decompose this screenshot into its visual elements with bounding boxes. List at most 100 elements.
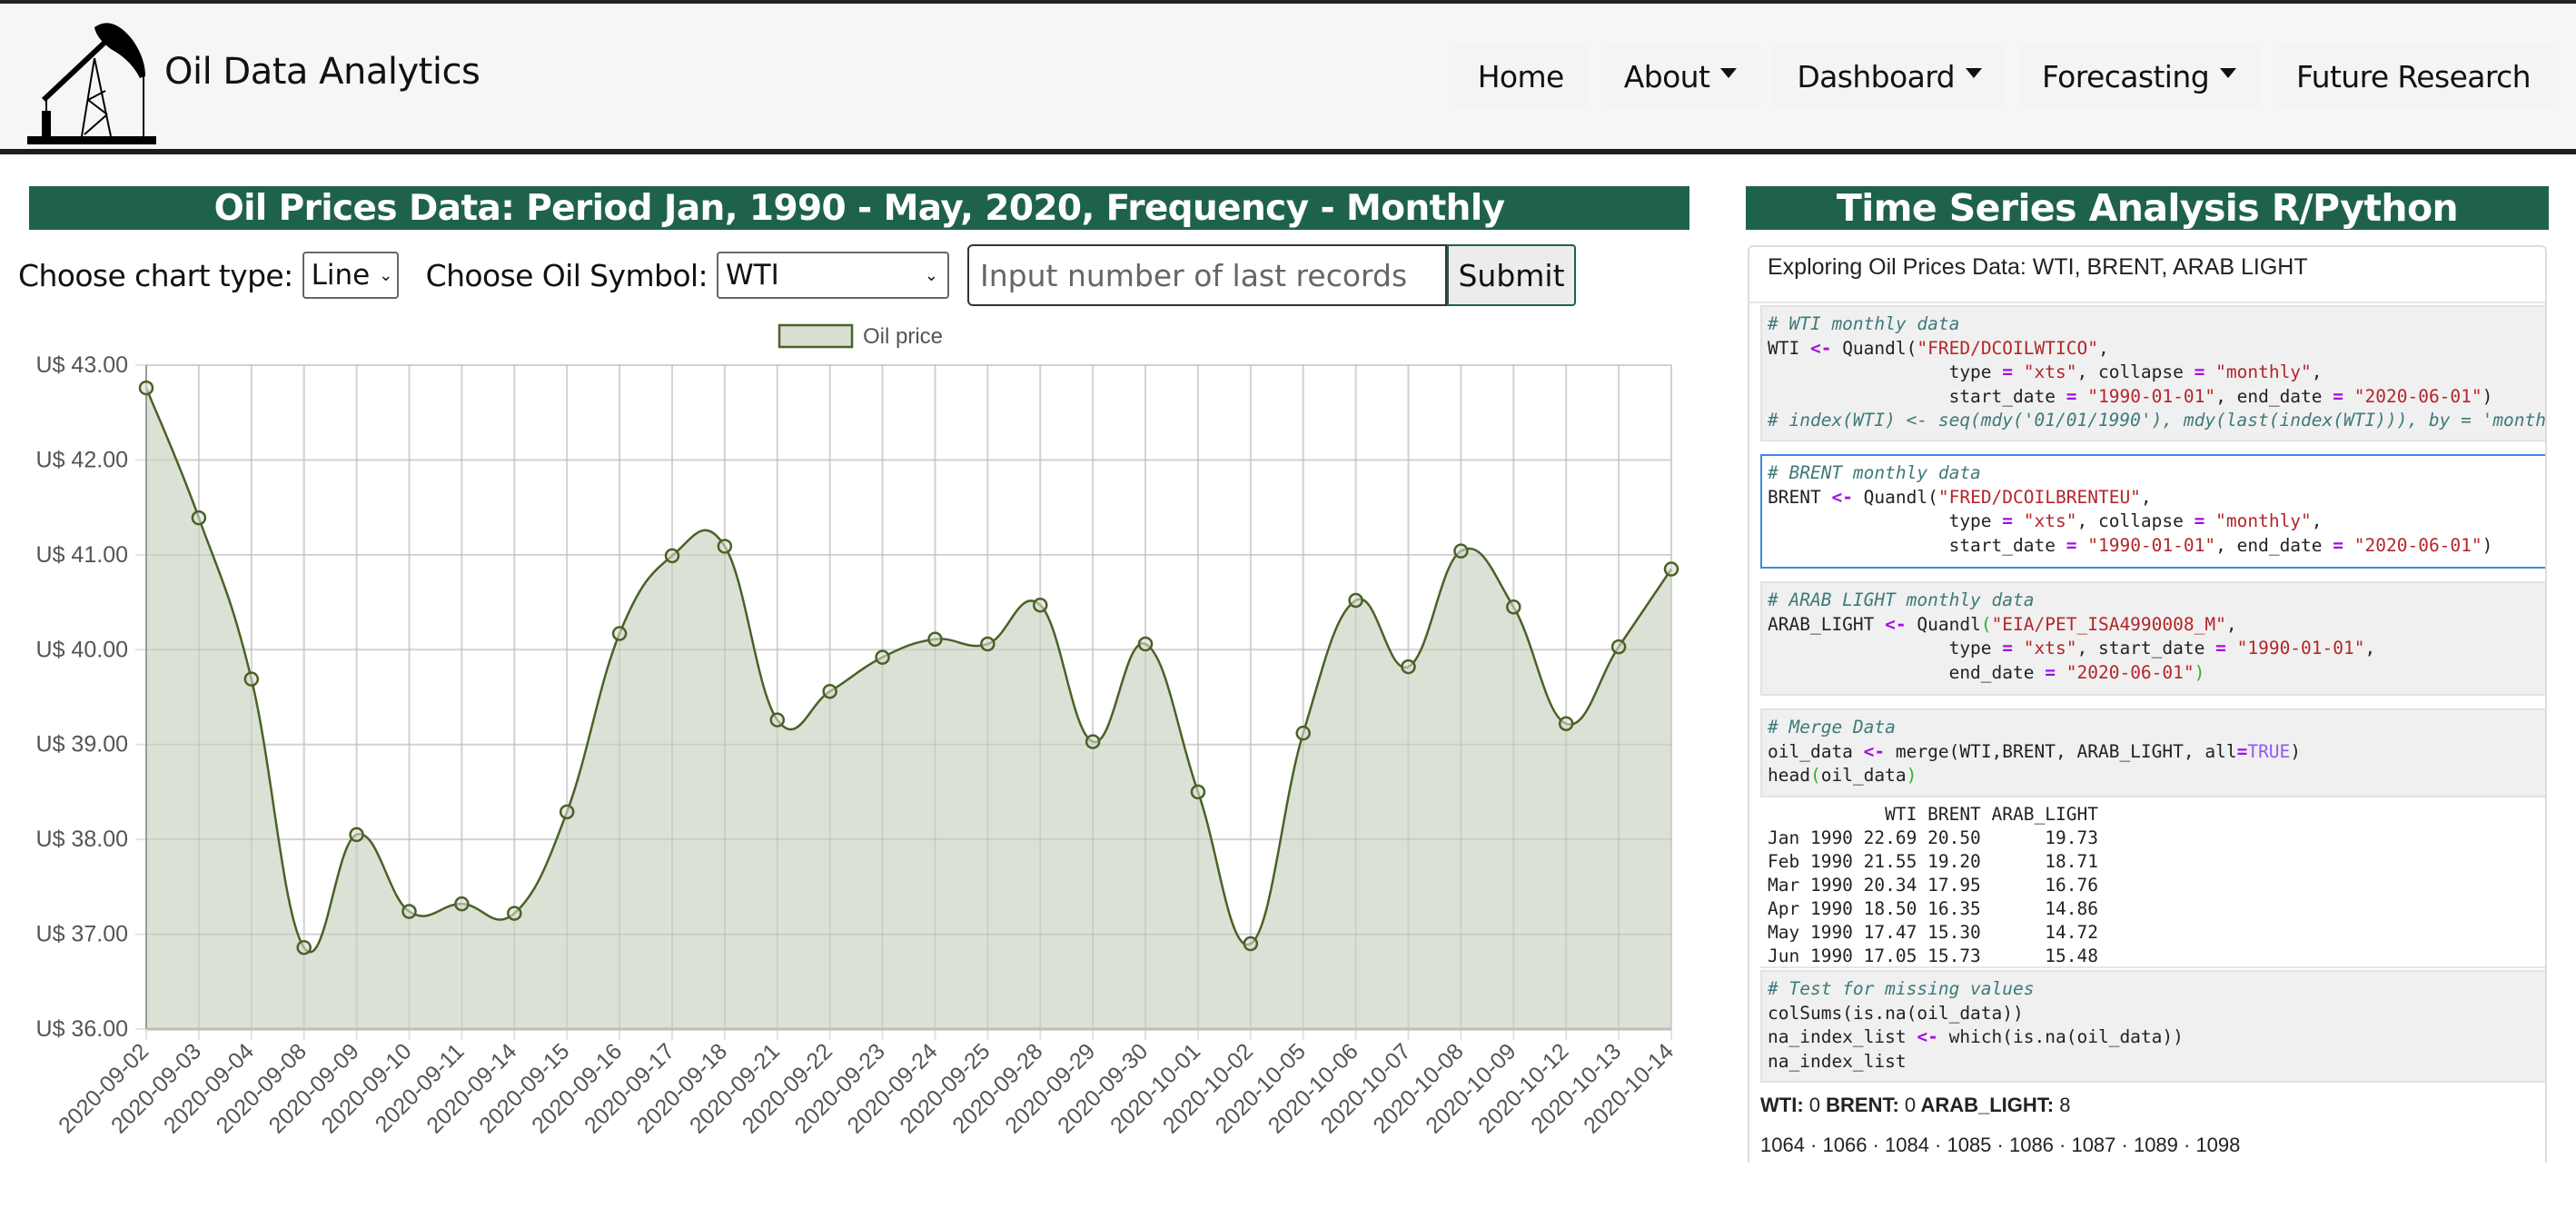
code-line: # WTI monthly data xyxy=(1768,313,1960,334)
brand-logo-link[interactable] xyxy=(24,13,160,149)
x-axis-ticks: 2020-09-022020-09-032020-09-042020-09-08… xyxy=(54,1038,1679,1138)
data-point[interactable] xyxy=(875,649,890,665)
data-point[interactable] xyxy=(349,827,364,843)
data-point[interactable] xyxy=(401,904,417,919)
chart-area xyxy=(144,364,1673,1030)
data-point[interactable] xyxy=(138,380,154,396)
nav-forecasting-dropdown[interactable]: Forecasting xyxy=(2017,44,2261,109)
head-output-row: Feb 1990 21.55 19.20 18.71 xyxy=(1768,851,2098,872)
code-cell-arab-light[interactable]: # ARAB LIGHT monthly data ARAB_LIGHT <- Q… xyxy=(1760,581,2545,696)
legend-label: Oil price xyxy=(863,324,943,349)
data-point[interactable] xyxy=(1453,543,1469,559)
code-line: head(oil_data) xyxy=(1768,765,1917,786)
oil-symbol-value: WTI xyxy=(726,259,779,292)
data-point[interactable] xyxy=(243,671,260,687)
data-point[interactable] xyxy=(769,712,786,728)
code-line: type = "xts", start_date = "1990-01-01", xyxy=(1768,638,2376,658)
chart-type-value: Line xyxy=(311,259,371,292)
data-point[interactable] xyxy=(1032,597,1048,613)
code-cell-brent[interactable]: # BRENT monthly data BRENT <- Quandl("FRE… xyxy=(1760,454,2545,569)
na-index-output: 1064 · 1066 · 1084 · 1085 · 1086 · 1087 … xyxy=(1760,1134,2241,1156)
notebook-panel[interactable]: Exploring Oil Prices Data: WTI, BRENT, A… xyxy=(1748,245,2547,1163)
oil-pumpjack-icon xyxy=(27,23,156,144)
colsum-value: 0 xyxy=(1898,1094,1917,1116)
data-point[interactable] xyxy=(1295,725,1311,741)
nav-dashboard-dropdown[interactable]: Dashboard xyxy=(1773,44,2006,109)
data-point[interactable] xyxy=(1243,936,1259,952)
data-point[interactable] xyxy=(1348,592,1363,609)
code-line: na_index_list xyxy=(1768,1050,1907,1072)
chevron-down-icon: ⌄ xyxy=(924,265,939,285)
chevron-down-icon: ⌄ xyxy=(379,265,393,285)
data-point[interactable] xyxy=(664,548,680,564)
data-point[interactable] xyxy=(507,906,522,921)
code-line: oil_data <- merge(WTI,BRENT, ARAB_LIGHT,… xyxy=(1768,740,2302,762)
head-output-table: WTI BRENT ARAB_LIGHT Jan 1990 22.69 20.50… xyxy=(1768,803,2098,968)
brand-title[interactable]: Oil Data Analytics xyxy=(164,51,481,93)
code-line: WTI <- Quandl("FRED/DCOILWTICO", xyxy=(1768,337,2109,359)
nav-home[interactable]: Home xyxy=(1453,44,1588,109)
code-cell-wti[interactable]: # WTI monthly data WTI <- Quandl("FRED/DC… xyxy=(1760,305,2547,441)
y-tick-label: U$ 40.00 xyxy=(36,637,128,662)
data-point[interactable] xyxy=(454,896,470,912)
data-point[interactable] xyxy=(1137,636,1154,652)
data-point[interactable] xyxy=(191,510,207,526)
code-line: type = "xts", collapse = "monthly", xyxy=(1768,361,2323,382)
code-line: # ARAB LIGHT monthly data xyxy=(1768,589,2035,610)
oil-price-chart: Oil price U$ 43.00 U$ 42.00 U$ 41.00 U$ 40.… xyxy=(36,323,1679,1139)
y-tick-label: U$ 41.00 xyxy=(36,542,128,568)
data-point[interactable] xyxy=(822,683,837,699)
last-records-input[interactable] xyxy=(967,244,1448,306)
nav-forecasting-label: Forecasting xyxy=(2041,58,2210,94)
time-series-header: Time Series Analysis R/Python xyxy=(1746,186,2549,230)
data-point[interactable] xyxy=(717,539,733,554)
data-point[interactable] xyxy=(1610,639,1627,655)
nav-future-research-label: Future Research xyxy=(2296,58,2531,94)
submit-button[interactable]: Submit xyxy=(1447,244,1577,306)
code-line: # Test for missing values xyxy=(1768,978,2035,999)
colsum-value: 8 xyxy=(2054,1094,2071,1116)
colsum-label: WTI: xyxy=(1760,1094,1804,1116)
data-point[interactable] xyxy=(611,626,628,641)
data-point[interactable] xyxy=(1558,716,1574,731)
nav-dashboard-label: Dashboard xyxy=(1797,58,1955,94)
chart-type-select[interactable]: Line ⌄ xyxy=(302,252,399,299)
main-nav: Home About Dashboard Forecasting Future … xyxy=(1442,44,2554,109)
data-point[interactable] xyxy=(1190,784,1206,800)
data-point[interactable] xyxy=(980,636,996,652)
data-point[interactable] xyxy=(1663,561,1679,577)
y-tick-label: U$ 36.00 xyxy=(36,1016,128,1042)
code-line: type = "xts", collapse = "monthly", xyxy=(1768,510,2323,531)
code-line: # BRENT monthly data xyxy=(1768,462,1981,483)
code-line: # Merge Data xyxy=(1768,717,1896,738)
chart-controls: Choose chart type: Line ⌄ Choose Oil Sym… xyxy=(18,243,1577,307)
nav-future-research[interactable]: Future Research xyxy=(2273,44,2554,109)
code-line: start_date = "1990-01-01", end_date = "2… xyxy=(1768,385,2493,407)
data-point[interactable] xyxy=(559,804,575,820)
code-line: end_date = "2020-06-01") xyxy=(1768,661,2205,683)
oil-symbol-label: Choose Oil Symbol: xyxy=(425,257,708,293)
data-point[interactable] xyxy=(1506,599,1521,615)
nav-home-label: Home xyxy=(1477,58,1565,94)
nav-about-dropdown[interactable]: About xyxy=(1600,44,1761,109)
caret-down-icon xyxy=(1965,67,1982,78)
navbar: Oil Data Analytics Home About Dashboard … xyxy=(0,0,2576,154)
oil-symbol-select[interactable]: WTI ⌄ xyxy=(717,252,950,299)
code-line: BRENT <- Quandl("FRED/DCOILBRENTEU", xyxy=(1768,486,2152,508)
code-cell-missing-values[interactable]: # Test for missing values colSums(is.na(o… xyxy=(1760,970,2545,1083)
chart-legend[interactable]: Oil price xyxy=(778,323,943,349)
data-point[interactable] xyxy=(296,939,312,956)
data-point[interactable] xyxy=(1401,658,1416,675)
head-output-row: Apr 1990 18.50 16.35 14.86 xyxy=(1768,898,2098,919)
colsum-label: ARAB_LIGHT: xyxy=(1916,1094,2055,1116)
code-cell-merge[interactable]: # Merge Data oil_data <- merge(WTI,BRENT,… xyxy=(1760,708,2545,797)
head-output-row: Jan 1990 22.69 20.50 19.73 xyxy=(1768,827,2098,848)
colsum-label: BRENT: xyxy=(1820,1094,1899,1116)
caret-down-icon xyxy=(2220,67,2237,78)
caret-down-icon xyxy=(1720,67,1738,78)
data-point[interactable] xyxy=(927,631,943,648)
data-point[interactable] xyxy=(1085,734,1101,749)
y-tick-label: U$ 43.00 xyxy=(36,352,128,378)
divider xyxy=(1749,302,2545,303)
code-line: # index(WTI) <- seq(mdy('01/01/1990'), m… xyxy=(1768,410,2547,431)
